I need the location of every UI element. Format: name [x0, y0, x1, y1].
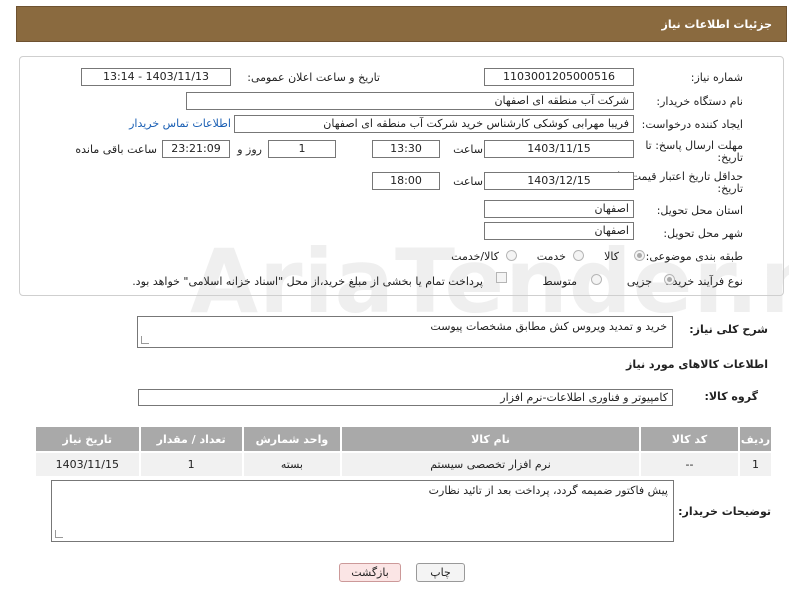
announce-datetime-label: تاریخ و ساعت اعلان عمومی:: [247, 71, 380, 84]
process-option-minor: جزیی: [626, 275, 652, 288]
process-radio-medium[interactable]: [591, 274, 602, 285]
price-validity-label-date: تاریخ:: [717, 182, 743, 195]
table-header-cell: تعداد / مقدار: [138, 425, 244, 453]
city-field: اصفهان: [484, 222, 634, 240]
table-cell-name: نرم افزار تخصصی سیستم: [340, 451, 641, 478]
reply-deadline-label-date: تاریخ:: [717, 151, 743, 164]
description-text: خرید و تمدید ویروس کش مطابق مشخصات پیوست: [430, 320, 667, 333]
category-option-goods: کالا: [604, 250, 619, 263]
category-radio-goods[interactable]: [634, 250, 645, 261]
requester-label: ایجاد کننده درخواست:: [641, 118, 743, 131]
reply-days-label: روز و: [237, 143, 262, 156]
province-field: اصفهان: [484, 200, 634, 218]
reply-days-field: 1: [268, 140, 336, 158]
page-title: جزئیات اطلاعات نیاز: [661, 18, 773, 31]
table-header-cell: واحد شمارش: [241, 425, 343, 453]
description-label: شرح کلی نیاز:: [689, 323, 768, 336]
buyer-notes-text: پیش فاکتور ضمیمه گردد، پرداخت بعد از تائ…: [428, 484, 668, 497]
requester-field: فریبا مهرابی کوشکی کارشناس خرید شرکت آب …: [234, 115, 634, 133]
page-header: جزئیات اطلاعات نیاز: [16, 6, 787, 42]
announce-datetime-field: 1403/11/13 - 13:14: [81, 68, 231, 86]
resize-grip-icon[interactable]: [141, 336, 149, 344]
buyer-contact-link[interactable]: اطلاعات تماس خریدار: [129, 117, 231, 130]
table-cell-code: --: [638, 451, 741, 478]
category-radio-service[interactable]: [573, 250, 584, 261]
table-cell-quantity: 1: [138, 451, 244, 478]
goods-section-title: اطلاعات کالاهای مورد نیاز: [626, 358, 768, 371]
process-label: نوع فرآیند خرید :: [665, 275, 743, 288]
category-radio-goods-service[interactable]: [506, 250, 517, 261]
buyer-org-label: نام دستگاه خریدار:: [656, 95, 743, 108]
province-label: استان محل تحویل:: [656, 204, 743, 217]
table-row: 1 -- نرم افزار تخصصی سیستم بسته 1 1403/1…: [34, 451, 773, 478]
table-header-cell: کد کالا: [638, 425, 741, 453]
city-label: شهر محل تحویل:: [663, 227, 743, 240]
category-label: طبقه بندی موضوعی:: [645, 250, 743, 263]
treasury-payment-checkbox[interactable]: [496, 272, 507, 283]
table-header-cell: تاریخ نیاز: [34, 425, 141, 453]
need-number-label: شماره نیاز:: [690, 71, 743, 84]
remaining-time-field: 23:21:09: [162, 140, 230, 158]
print-button[interactable]: چاپ: [416, 563, 465, 582]
reply-time-field: 13:30: [372, 140, 440, 158]
buyer-notes-label: توضیحات خریدار:: [678, 505, 771, 518]
table-cell-row-number: 1: [738, 451, 773, 478]
table-cell-unit: بسته: [241, 451, 343, 478]
table-header-row: ردیف کد کالا نام کالا واحد شمارش تعداد /…: [34, 425, 773, 453]
treasury-payment-note: پرداخت تمام یا بخشی از مبلغ خرید،از محل …: [132, 275, 483, 288]
process-option-medium: متوسط: [542, 275, 577, 288]
price-validity-time-field: 18:00: [372, 172, 440, 190]
back-button[interactable]: بازگشت: [339, 563, 401, 582]
reply-time-label: ساعت: [453, 143, 483, 156]
description-textarea[interactable]: خرید و تمدید ویروس کش مطابق مشخصات پیوست: [137, 316, 673, 348]
category-option-service: خدمت: [536, 250, 566, 263]
reply-date-field: 1403/11/15: [484, 140, 634, 158]
category-option-goods-service: کالا/خدمت: [451, 250, 499, 263]
table-header-cell: ردیف: [738, 425, 773, 453]
remaining-time-label: ساعت باقی مانده: [75, 143, 157, 156]
goods-group-label: گروه کالا:: [704, 390, 758, 403]
table-cell-date: 1403/11/15: [34, 451, 141, 478]
process-radio-minor[interactable]: [664, 274, 675, 285]
buyer-notes-textarea[interactable]: پیش فاکتور ضمیمه گردد، پرداخت بعد از تائ…: [51, 480, 674, 542]
price-validity-date-field: 1403/12/15: [484, 172, 634, 190]
goods-table: ردیف کد کالا نام کالا واحد شمارش تعداد /…: [34, 425, 773, 478]
goods-group-field: کامپیوتر و فناوری اطلاعات-نرم افزار: [138, 389, 673, 406]
need-number-field: 1103001205000516: [484, 68, 634, 86]
table-header-cell: نام کالا: [340, 425, 641, 453]
price-validity-time-label: ساعت: [453, 175, 483, 188]
resize-grip-icon[interactable]: [55, 530, 63, 538]
buyer-org-field: شرکت آب منطقه ای اصفهان: [186, 92, 634, 110]
